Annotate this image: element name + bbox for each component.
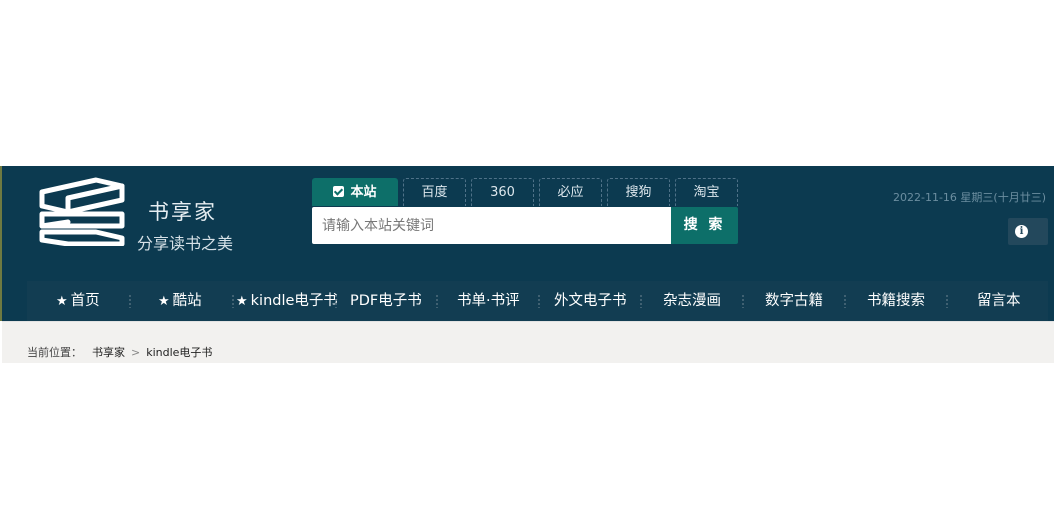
info-circle-icon: i: [1015, 225, 1028, 238]
search-button[interactable]: 搜 索: [671, 207, 738, 244]
books-stack-icon: [39, 177, 125, 246]
search-tab-bing[interactable]: 必应: [539, 178, 602, 206]
breadcrumb-separator: >: [131, 346, 141, 359]
nav-separator: [335, 294, 337, 308]
breadcrumb-current[interactable]: kindle电子书: [146, 346, 212, 359]
site-slogan: 分享读书之美: [137, 234, 234, 253]
site-logo[interactable]: 书享家 分享读书之美: [36, 176, 246, 253]
star-icon: ★: [158, 294, 170, 309]
nav-item-cool-sites[interactable]: ★ 酷站: [158, 281, 202, 321]
breadcrumb-home-link[interactable]: 书享家: [92, 346, 125, 359]
nav-item-ancient-books[interactable]: 数字古籍: [765, 281, 823, 321]
search-tab-baidu[interactable]: 百度: [403, 178, 466, 206]
breadcrumb-prefix: 当前位置：: [27, 346, 82, 359]
nav-item-label: 首页: [70, 293, 100, 309]
nav-separator: [946, 294, 948, 308]
nav-separator: [538, 294, 540, 308]
breadcrumb: 当前位置： 书享家 > kindle电子书: [27, 344, 212, 360]
nav-item-magazines[interactable]: 杂志漫画: [663, 281, 721, 321]
search-tab-taobao[interactable]: 淘宝: [675, 178, 738, 206]
nav-separator: [436, 294, 438, 308]
search-box: 本站 百度 360 必应 搜狗 淘宝 搜 索: [312, 178, 738, 246]
site-name: 书享家: [148, 200, 217, 224]
checkbox-icon: [333, 186, 345, 197]
date-display: 2022-11-16 星期三(十月廿三): [892, 191, 1046, 204]
nav-item-label: 酷站: [172, 293, 202, 309]
nav-separator: [640, 294, 642, 308]
star-icon: ★: [56, 294, 68, 309]
nav-item-book-search[interactable]: 书籍搜索: [867, 281, 925, 321]
nav-separator: [232, 294, 234, 308]
nav-separator: [129, 294, 131, 308]
info-button[interactable]: i: [1008, 218, 1048, 245]
search-input[interactable]: [312, 207, 671, 244]
site-header-screenshot: 书享家 分享读书之美 本站 百度 360 必应 搜狗 淘宝 搜 索 2022-1…: [0, 166, 1054, 363]
main-nav: ★ 首页 ★ 酷站 ★ kindle电子书 PDF电子书 书单·书评 外文电子书 杂志…: [27, 281, 1048, 321]
nav-item-pdf[interactable]: PDF电子书: [350, 281, 422, 321]
nav-item-home[interactable]: ★ 首页: [56, 281, 100, 321]
search-tab-sogou[interactable]: 搜狗: [607, 178, 670, 206]
breadcrumb-bar: 当前位置： 书享家 > kindle电子书: [2, 321, 1054, 363]
search-tab-local[interactable]: 本站: [312, 178, 398, 206]
nav-separator: [742, 294, 744, 308]
site-header: 书享家 分享读书之美 本站 百度 360 必应 搜狗 淘宝 搜 索 2022-1…: [2, 166, 1054, 321]
nav-item-foreign[interactable]: 外文电子书: [554, 281, 627, 321]
nav-separator: [844, 294, 846, 308]
nav-item-booklists[interactable]: 书单·书评: [457, 281, 520, 321]
search-tab-label: 本站: [350, 185, 377, 200]
nav-item-kindle[interactable]: ★ kindle电子书: [236, 281, 338, 321]
nav-item-label: kindle电子书: [250, 293, 338, 309]
search-tab-360[interactable]: 360: [471, 178, 534, 206]
star-icon: ★: [236, 294, 248, 309]
nav-item-guestbook[interactable]: 留言本: [977, 281, 1021, 321]
